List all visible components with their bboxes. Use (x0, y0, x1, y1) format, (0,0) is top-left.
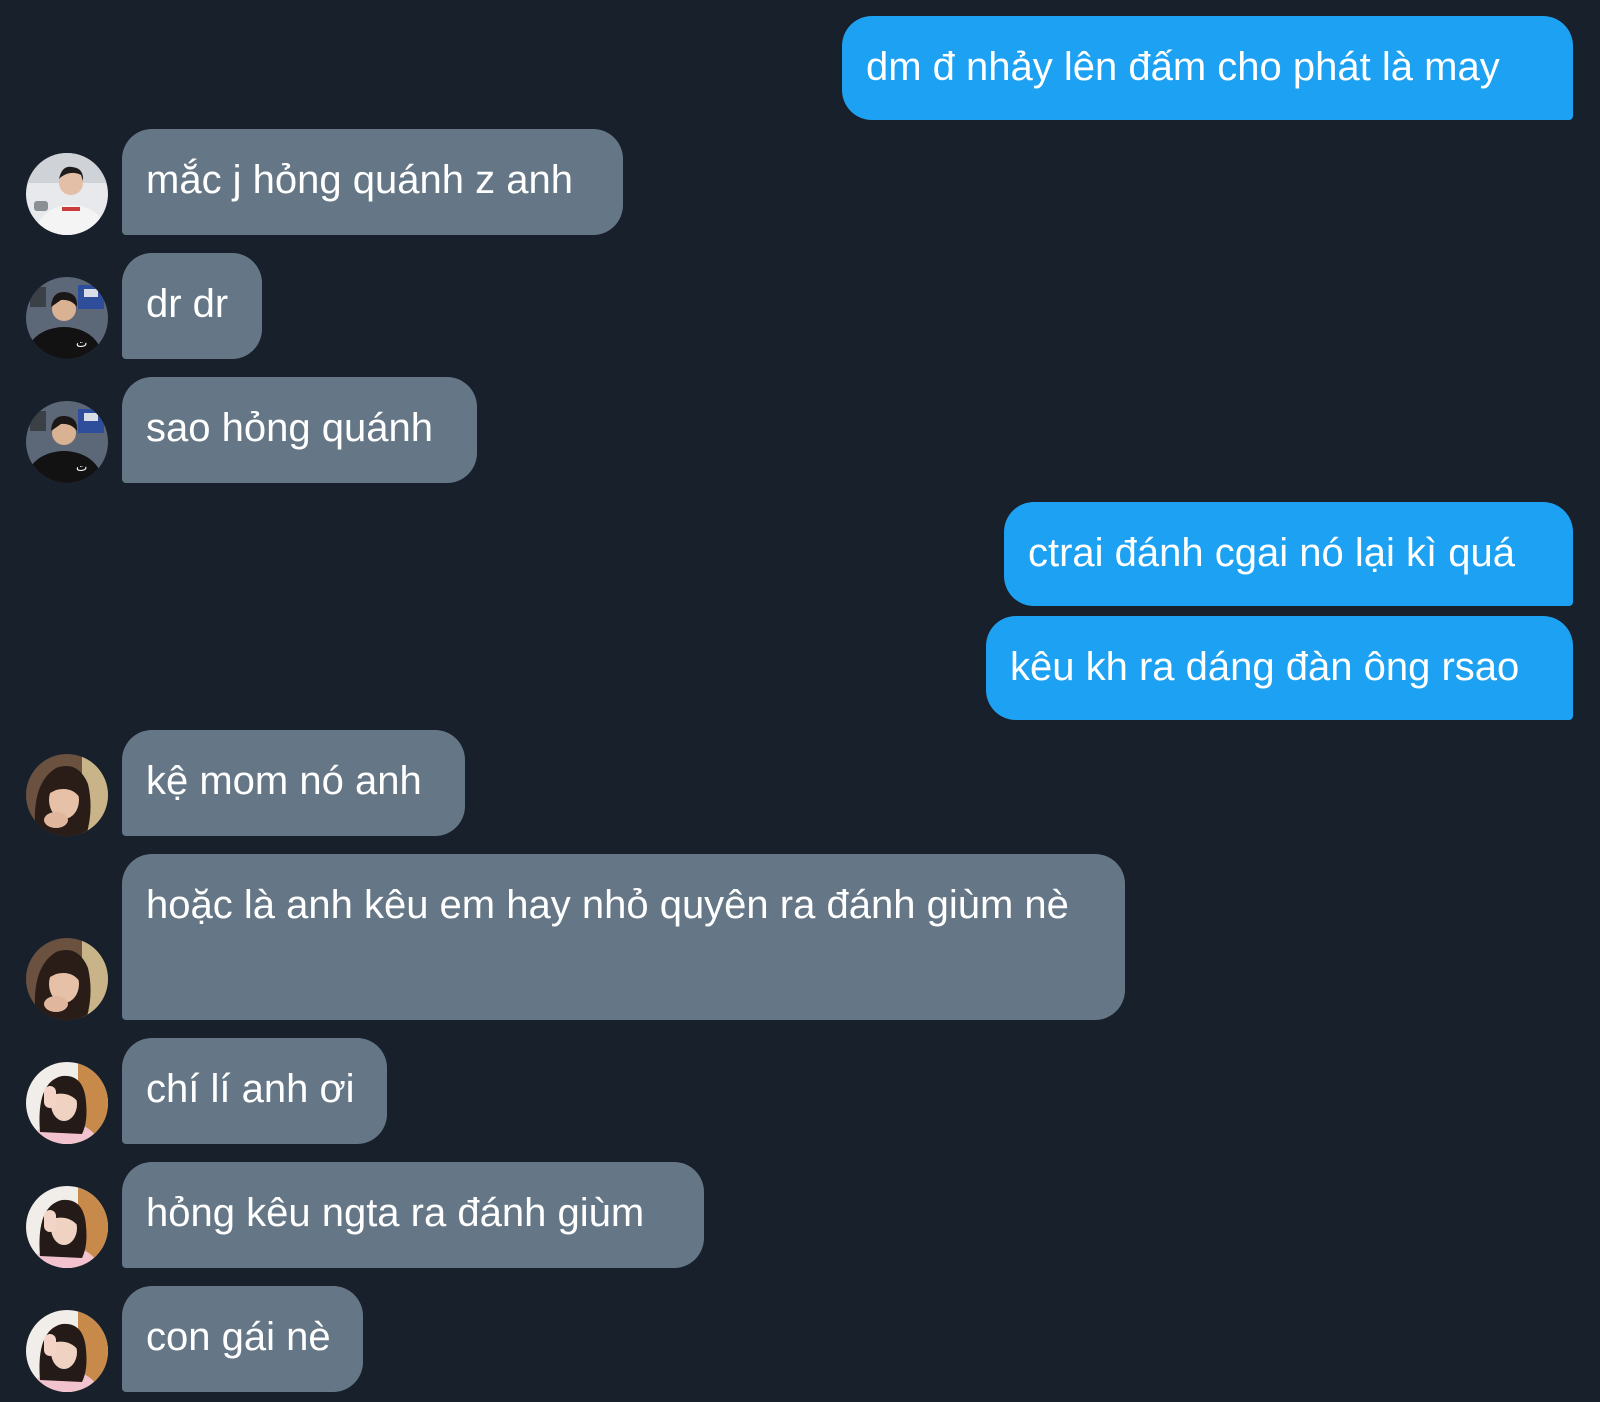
avatar-girl-dark-hair-icon (26, 754, 108, 836)
avatar-girl-dark-hair-icon (26, 938, 108, 1020)
sender-avatar[interactable] (26, 1062, 108, 1144)
sender-avatar[interactable] (26, 1186, 108, 1268)
svg-text:ت: ت (76, 336, 87, 350)
sender-avatar[interactable] (26, 754, 108, 836)
sender-avatar[interactable] (26, 938, 108, 1020)
avatar-girl-pink-sweater-icon (26, 1186, 108, 1268)
sender-avatar[interactable] (26, 153, 108, 235)
svg-text:ت: ت (76, 460, 87, 474)
message-bubble-incoming[interactable]: con gái nè (122, 1286, 363, 1392)
message-bubble-outgoing[interactable]: dm đ nhảy lên đấm cho phát là may (842, 16, 1573, 120)
message-bubble-incoming[interactable]: chí lí anh ơi (122, 1038, 387, 1144)
message-bubble-incoming[interactable]: kệ mom nó anh (122, 730, 465, 836)
message-bubble-incoming[interactable]: dr dr (122, 253, 262, 359)
chat-thread: dm đ nhảy lên đấm cho phát là may mắc j … (0, 0, 1600, 1402)
message-bubble-outgoing[interactable]: ctrai đánh cgai nó lại kì quá (1004, 502, 1573, 606)
avatar-girl-pink-sweater-icon (26, 1310, 108, 1392)
message-bubble-incoming[interactable]: hỏng kêu ngta ra đánh giùm (122, 1162, 704, 1268)
avatar-guy-white-shirt-icon (26, 153, 108, 235)
message-bubble-incoming[interactable]: hoặc là anh kêu em hay nhỏ quyên ra đánh… (122, 854, 1125, 1020)
message-bubble-incoming[interactable]: mắc j hỏng quánh z anh (122, 129, 623, 235)
avatar-guy-black-shirt-icon: ت (26, 277, 108, 359)
sender-avatar[interactable]: ت (26, 277, 108, 359)
message-bubble-outgoing[interactable]: kêu kh ra dáng đàn ông rsao (986, 616, 1573, 720)
sender-avatar[interactable]: ت (26, 401, 108, 483)
avatar-guy-black-shirt-icon: ت (26, 401, 108, 483)
message-bubble-incoming[interactable]: sao hỏng quánh (122, 377, 477, 483)
sender-avatar[interactable] (26, 1310, 108, 1392)
avatar-girl-pink-sweater-icon (26, 1062, 108, 1144)
